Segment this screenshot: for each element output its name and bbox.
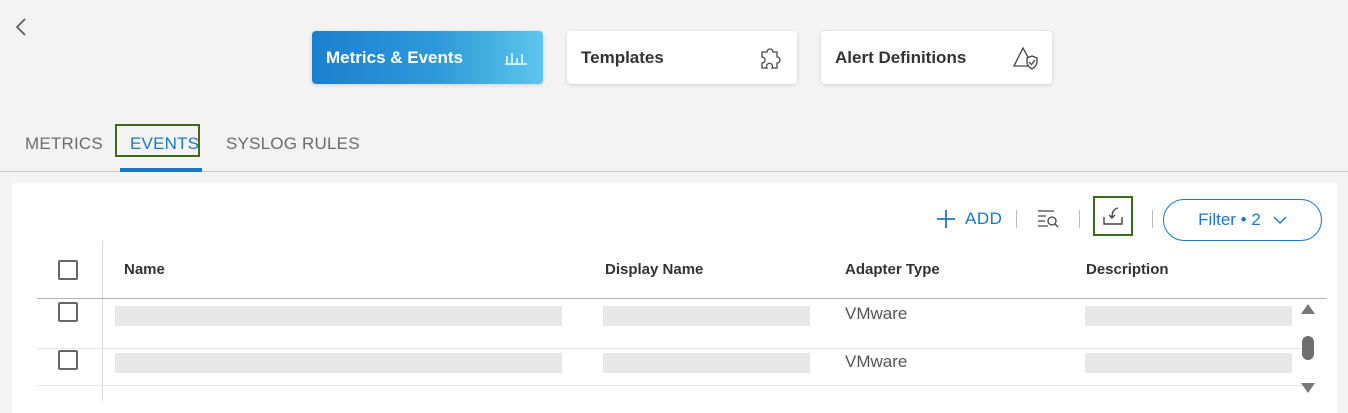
chevron-down-icon: [1273, 216, 1287, 224]
description-placeholder: [1085, 353, 1292, 373]
scroll-down-arrow[interactable]: [1301, 383, 1315, 393]
table-row[interactable]: VMware: [37, 336, 1307, 386]
add-button-label: ADD: [965, 209, 1003, 228]
tab-syslog-rules[interactable]: SYSLOG RULES: [226, 134, 360, 154]
export-icon: [1103, 207, 1123, 225]
list-search-button[interactable]: [1036, 207, 1060, 229]
bar-chart-icon: [505, 52, 527, 65]
scroll-up-arrow[interactable]: [1301, 304, 1315, 314]
add-button[interactable]: ADD: [935, 206, 1002, 232]
table-header: Name Display Name Adapter Type Descripti…: [37, 241, 1327, 299]
metrics-events-card[interactable]: Metrics & Events: [312, 31, 543, 84]
name-placeholder: [115, 353, 562, 373]
export-button[interactable]: [1093, 196, 1133, 236]
metrics-events-card-label: Metrics & Events: [326, 47, 463, 67]
row-checkbox[interactable]: [58, 350, 78, 370]
scrollbar-thumb[interactable]: [1302, 336, 1314, 360]
column-header-display-name[interactable]: Display Name: [605, 261, 703, 278]
name-placeholder: [115, 306, 562, 326]
chevron-left-icon: [15, 18, 26, 36]
alert-definitions-card[interactable]: Alert Definitions: [821, 31, 1052, 84]
adapter-type-cell: VMware: [845, 304, 908, 323]
toolbar-divider: [1016, 210, 1017, 228]
alert-definitions-card-label: Alert Definitions: [835, 47, 967, 67]
templates-card[interactable]: Templates: [567, 31, 797, 84]
description-placeholder: [1085, 306, 1292, 326]
column-header-description[interactable]: Description: [1086, 261, 1169, 278]
active-tab-indicator: [120, 168, 202, 172]
tab-events[interactable]: EVENTS: [130, 134, 199, 154]
toolbar-divider: [1079, 210, 1080, 228]
back-button[interactable]: [12, 16, 32, 40]
select-all-checkbox[interactable]: [58, 260, 78, 280]
tab-metrics[interactable]: METRICS: [25, 134, 103, 154]
toolbar-divider: [1152, 210, 1153, 228]
display-name-placeholder: [603, 306, 810, 326]
filter-button[interactable]: Filter • 2: [1163, 199, 1322, 241]
list-search-icon: [1038, 210, 1059, 228]
plus-icon: [937, 210, 955, 228]
alert-shield-icon: [1012, 46, 1038, 70]
tab-bar: METRICS EVENTS SYSLOG RULES: [0, 120, 1348, 172]
puzzle-icon: [761, 47, 781, 69]
row-checkbox[interactable]: [58, 302, 78, 322]
events-panel: ADD Filter • 2 Name Display Name Adapter…: [12, 183, 1337, 413]
column-header-adapter-type[interactable]: Adapter Type: [845, 261, 940, 278]
filter-button-label: Filter • 2: [1198, 210, 1261, 229]
column-header-name[interactable]: Name: [124, 261, 165, 278]
templates-card-label: Templates: [581, 47, 664, 67]
display-name-placeholder: [603, 353, 810, 373]
adapter-type-cell: VMware: [845, 352, 908, 371]
